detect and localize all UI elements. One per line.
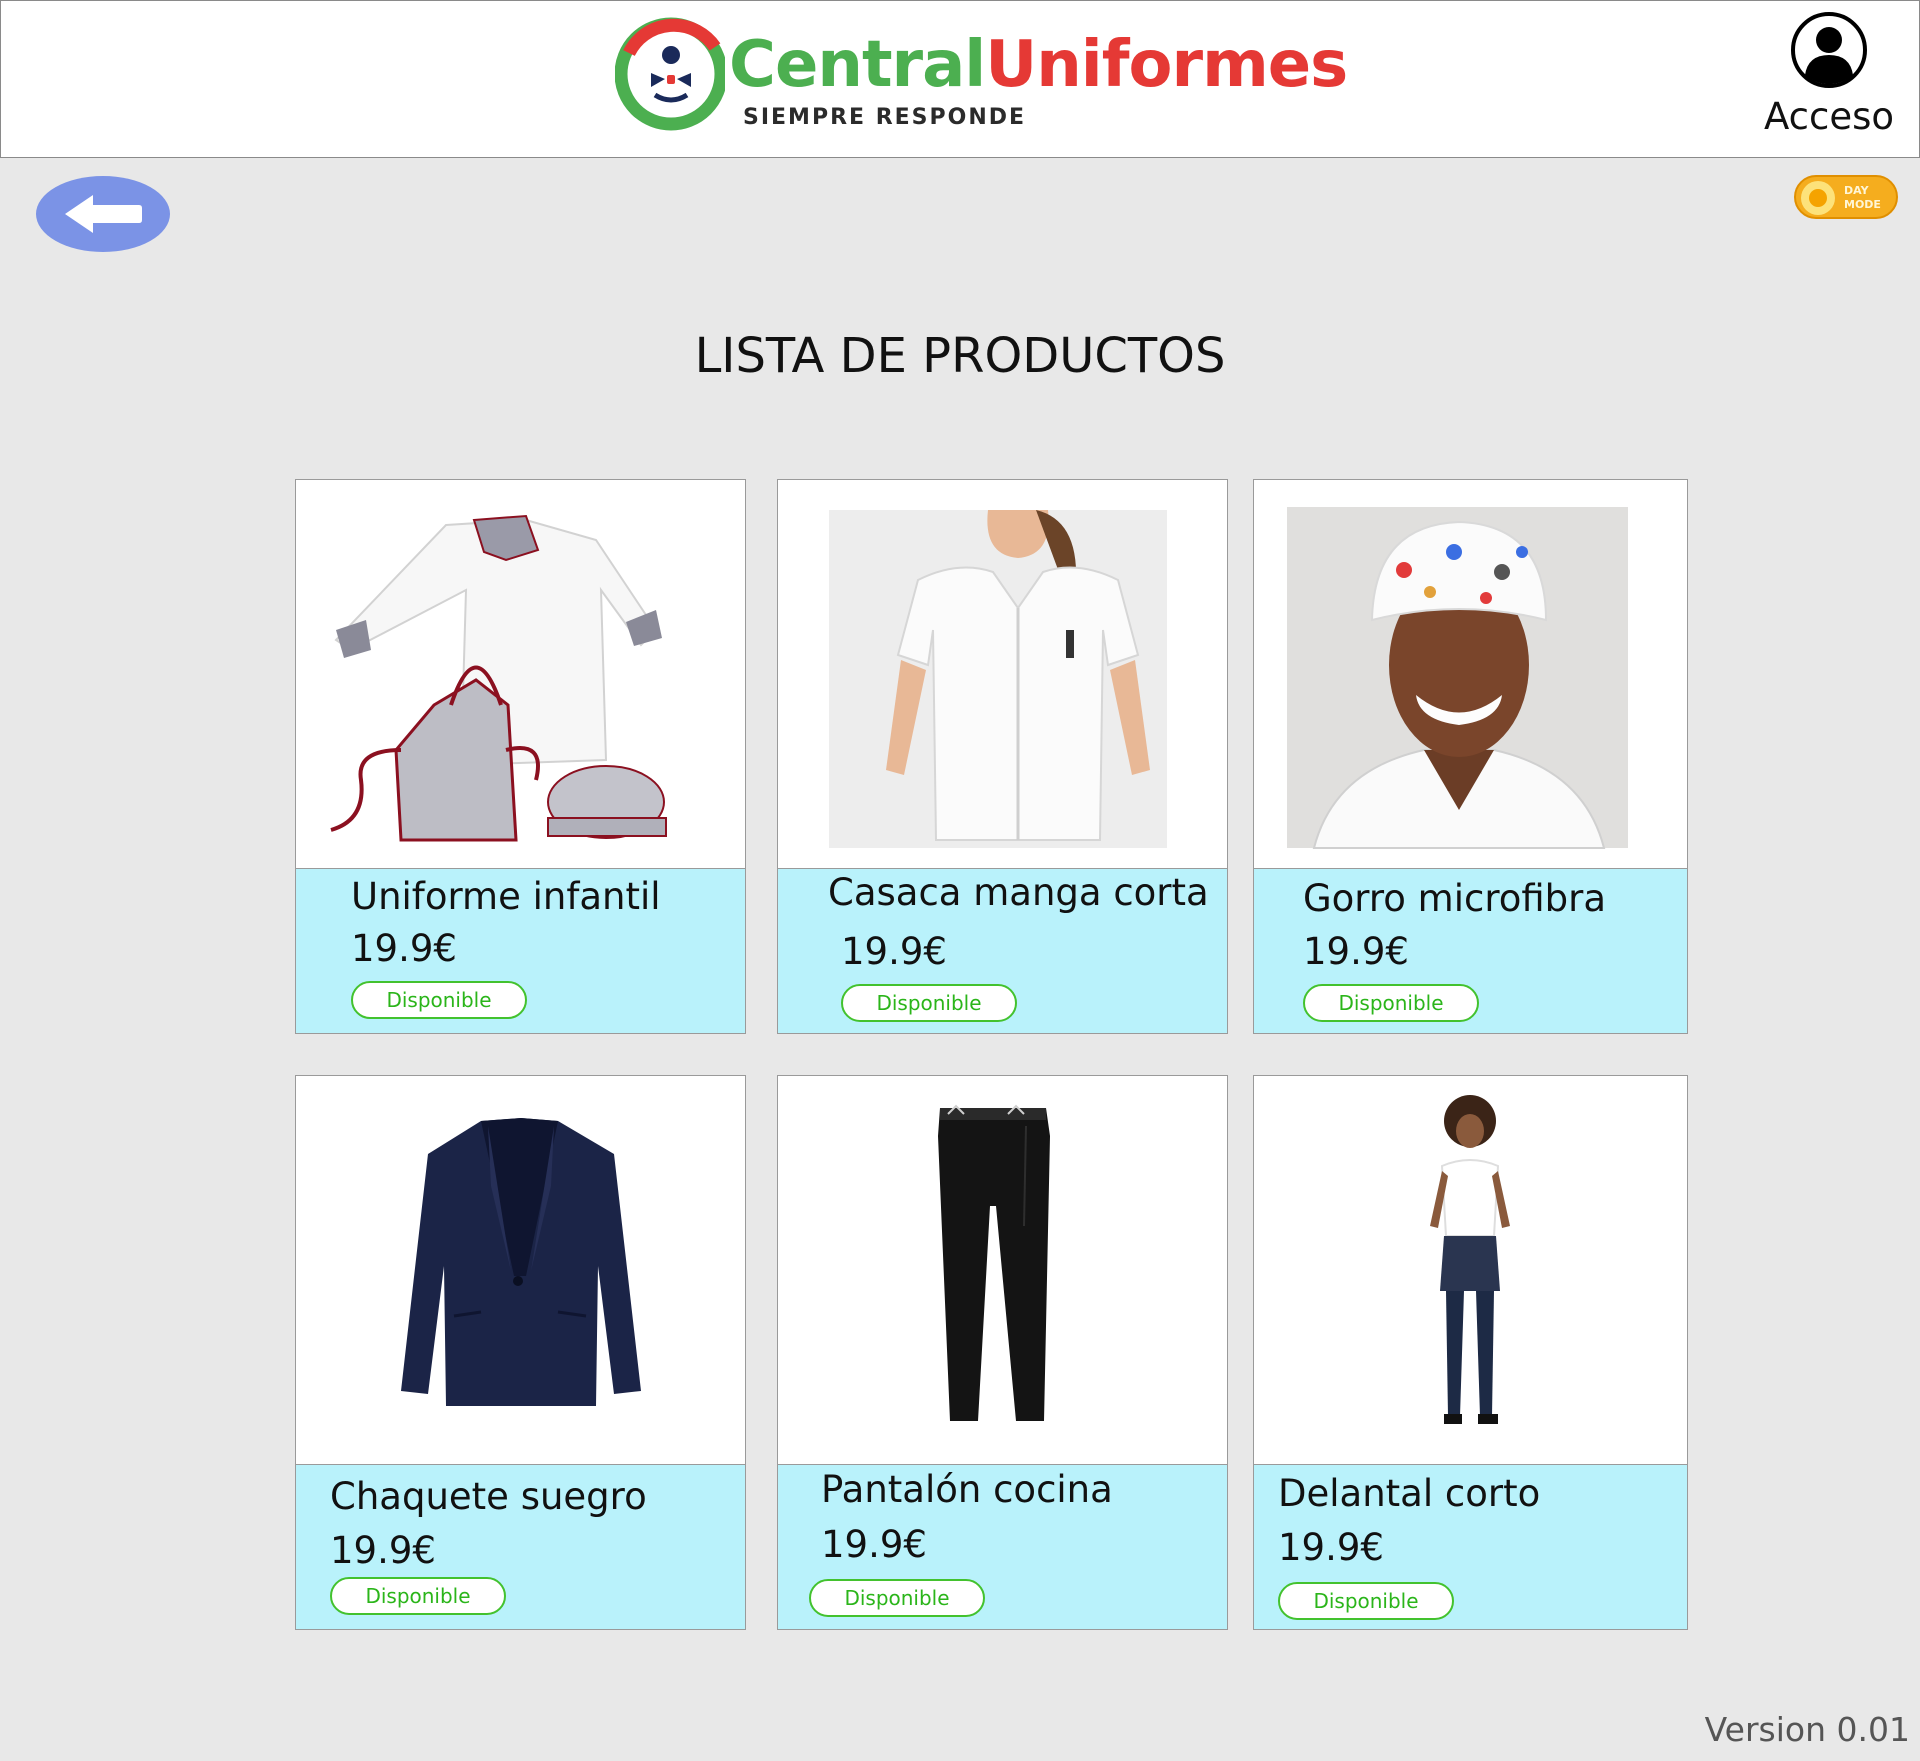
central-uniformes-logo[interactable]: CentralUniformes SIEMPRE RESPONDE [615,13,1348,135]
product-info: Chaquete suegro 19.9€ Disponible [296,1464,745,1629]
page-title: LISTA DE PRODUCTOS [694,328,1226,385]
kids-chef-uniform-image [330,514,667,842]
product-price: 19.9€ [1303,930,1409,973]
product-name: Pantalón cocina [821,1468,1113,1511]
day-mode-label: DAY MODE [1844,184,1894,212]
availability-badge: Disponible [1278,1582,1454,1620]
logo-mark-icon [615,17,725,131]
brand-name-part1: Central [729,28,986,102]
product-card[interactable]: Gorro microfibra 19.9€ Disponible [1253,479,1688,1034]
product-price: 19.9€ [351,927,457,970]
sun-icon [1801,181,1835,215]
product-name: Gorro microfibra [1303,877,1607,920]
product-price: 19.9€ [821,1523,927,1566]
product-image [778,480,1227,868]
app-version: Version 0.01 [1704,1710,1910,1749]
product-price: 19.9€ [1278,1526,1384,1569]
brand-name: CentralUniformes [729,33,1348,97]
product-price: 19.9€ [841,930,947,973]
product-info: Pantalón cocina 19.9€ Disponible [778,1464,1227,1629]
brand-tagline: SIEMPRE RESPONDE [743,105,1027,130]
short-denim-apron-image [1430,1095,1510,1424]
product-card[interactable]: Casaca manga corta 19.9€ Disponible [777,479,1228,1034]
arrow-left-icon [65,195,142,233]
product-info: Casaca manga corta 19.9€ Disponible [778,868,1227,1033]
brand-name-part2: Uniformes [985,28,1348,102]
product-info: Uniforme infantil 19.9€ Disponible [296,868,745,1033]
login-button[interactable]: Acceso [1759,11,1899,141]
day-mode-toggle[interactable]: DAY MODE [1794,175,1898,219]
product-name: Chaquete suegro [330,1475,647,1518]
product-name: Casaca manga corta [828,871,1209,914]
printed-microfiber-cap-image [1287,507,1628,849]
navy-blazer-image [401,1118,641,1406]
back-button[interactable] [36,176,170,252]
black-kitchen-trousers-image [938,1104,1050,1421]
availability-badge: Disponible [330,1577,506,1615]
day-mode-label-line1: DAY [1844,184,1869,197]
product-name: Delantal corto [1278,1472,1541,1515]
product-card[interactable]: Pantalón cocina 19.9€ Disponible [777,1075,1228,1630]
day-mode-label-line2: MODE [1844,198,1881,211]
product-image [778,1076,1227,1464]
white-short-sleeve-tunic-image [829,510,1167,848]
availability-badge: Disponible [1303,984,1479,1022]
product-image [296,480,745,868]
product-card[interactable]: Chaquete suegro 19.9€ Disponible [295,1075,746,1630]
product-card[interactable]: Delantal corto 19.9€ Disponible [1253,1075,1688,1630]
product-image [1254,1076,1687,1464]
user-icon [1791,12,1867,88]
product-info: Delantal corto 19.9€ Disponible [1254,1464,1687,1629]
product-image [1254,480,1687,868]
product-price: 19.9€ [330,1529,436,1572]
product-name: Uniforme infantil [351,875,661,918]
app-header: CentralUniformes SIEMPRE RESPONDE Acceso [0,0,1920,158]
product-info: Gorro microfibra 19.9€ Disponible [1254,868,1687,1033]
product-image [296,1076,745,1464]
availability-badge: Disponible [351,981,527,1019]
availability-badge: Disponible [809,1579,985,1617]
product-card[interactable]: Uniforme infantil 19.9€ Disponible [295,479,746,1034]
login-label: Acceso [1763,95,1895,138]
availability-badge: Disponible [841,984,1017,1022]
